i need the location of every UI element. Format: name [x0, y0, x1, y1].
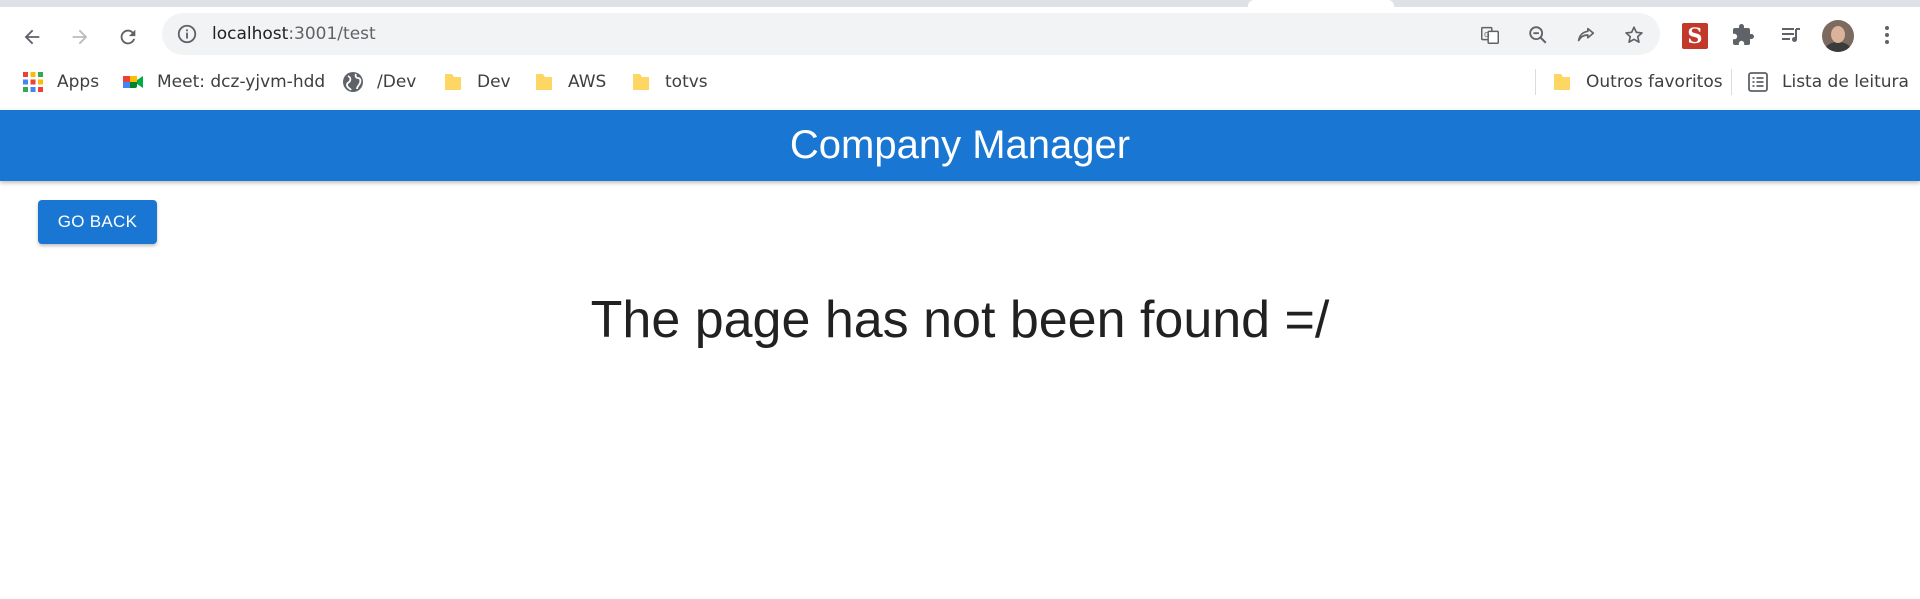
bookmark-other-favorites[interactable]: Outros favoritos	[1551, 70, 1723, 94]
bookmark-apps[interactable]: Apps	[22, 70, 99, 94]
address-bar[interactable]: localhost:3001/test G	[162, 13, 1660, 55]
bookmark-dev-link[interactable]: /Dev	[342, 70, 416, 94]
url-text[interactable]: localhost:3001/test	[212, 24, 376, 44]
url-path: :3001/test	[288, 24, 376, 44]
browser-toolbar: localhost:3001/test G S	[0, 7, 1920, 61]
extensions-button[interactable]	[1728, 20, 1758, 50]
bookmark-label: /Dev	[377, 72, 417, 92]
bookmark-star-button[interactable]	[1622, 23, 1646, 47]
share-icon	[1577, 27, 1595, 42]
folder-icon	[630, 71, 652, 93]
info-icon[interactable]	[176, 23, 198, 45]
folder-icon	[533, 71, 555, 93]
bookmark-label: Dev	[477, 72, 511, 92]
app-header: Company Manager	[0, 110, 1920, 181]
url-host: localhost	[212, 24, 289, 44]
apps-grid-icon	[22, 71, 44, 93]
bookmark-folder-dev[interactable]: Dev	[442, 70, 511, 94]
bookmarks-bar: Apps Meet: dcz-yjvm-hdd /Dev Dev AWS tot…	[0, 61, 1920, 103]
media-queue-icon	[1782, 28, 1800, 42]
bookmark-label: Apps	[57, 72, 100, 92]
bookmark-folder-aws[interactable]: AWS	[533, 70, 606, 94]
share-button[interactable]	[1574, 23, 1598, 47]
folder-icon	[1551, 71, 1573, 93]
meet-icon	[122, 71, 144, 93]
translate-icon: G	[1481, 26, 1499, 44]
reading-list-icon	[1747, 71, 1769, 93]
globe-icon	[342, 71, 364, 93]
active-tab[interactable]	[1248, 0, 1394, 7]
tab-strip	[0, 0, 1920, 7]
translate-button[interactable]: G	[1478, 23, 1502, 47]
browser-menu-button[interactable]	[1872, 20, 1902, 50]
media-control-button[interactable]	[1776, 20, 1806, 50]
profile-avatar[interactable]	[1822, 20, 1854, 52]
star-icon	[1625, 26, 1643, 43]
back-arrow-icon	[24, 29, 40, 45]
bookmarks-separator	[1731, 69, 1732, 95]
bookmark-label: AWS	[568, 72, 607, 92]
reload-button[interactable]	[110, 19, 146, 55]
forward-arrow-icon	[72, 29, 88, 45]
not-found-message: The page has not been found =/	[590, 291, 1330, 349]
bookmark-meet[interactable]: Meet: dcz-yjvm-hdd	[122, 70, 325, 94]
s-extension-icon[interactable]: S	[1682, 23, 1708, 49]
reading-list-label: Lista de leitura	[1782, 72, 1909, 92]
bookmark-label: Meet: dcz-yjvm-hdd	[157, 72, 326, 92]
reload-icon	[120, 29, 136, 45]
reading-list-button[interactable]: Lista de leitura	[1747, 70, 1909, 94]
bookmark-label: Outros favoritos	[1586, 72, 1723, 92]
bookmarks-separator	[1535, 69, 1536, 95]
kebab-menu-icon	[1885, 26, 1889, 44]
go-back-button[interactable]: GO BACK	[38, 200, 157, 244]
zoom-out-icon	[1529, 26, 1547, 44]
back-button[interactable]	[14, 19, 50, 55]
folder-icon	[442, 71, 464, 93]
bookmark-folder-totvs[interactable]: totvs	[630, 70, 708, 94]
forward-button[interactable]	[62, 19, 98, 55]
bookmark-label: totvs	[665, 72, 708, 92]
svg-text:G: G	[1484, 30, 1490, 39]
zoom-button[interactable]	[1526, 23, 1550, 47]
app-title: Company Manager	[789, 123, 1131, 167]
puzzle-icon	[1733, 24, 1754, 45]
